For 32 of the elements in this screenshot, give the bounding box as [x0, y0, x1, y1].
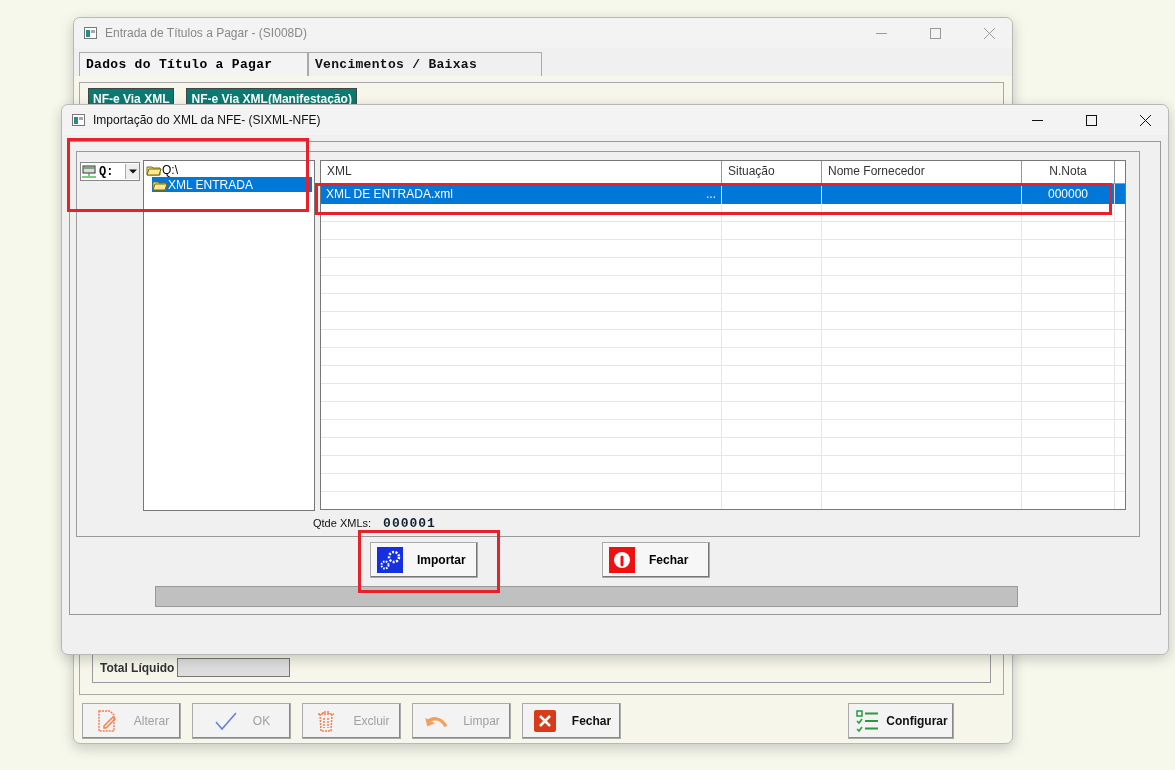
table-row[interactable]: XML DE ENTRADA.xml ... 000000 — [321, 184, 1125, 204]
folder-icon — [152, 178, 168, 191]
computer-icon — [81, 165, 97, 178]
total-field[interactable] — [177, 658, 291, 677]
close-button[interactable]: Fechar — [522, 703, 621, 739]
import-button[interactable]: Importar — [370, 542, 478, 578]
tab[interactable]: Vencimentos / Baixas — [308, 52, 542, 76]
table-cell-text: 000000 — [1046, 187, 1089, 201]
window-title: Entrada de Títulos a Pagar - (SI008D) — [105, 26, 308, 40]
dialog-title: Importação do XML da NFE- (SIXML-NFE) — [93, 113, 322, 127]
close-icon — [983, 27, 995, 39]
checklist-button[interactable]: Configurar — [848, 703, 954, 739]
app-icon — [72, 114, 85, 126]
folder-item[interactable]: Q:\ — [146, 162, 178, 177]
count-value: 000001 — [383, 515, 436, 531]
checklist-icon — [854, 709, 881, 733]
maximize-icon — [929, 27, 941, 39]
field-label: Total Líquido — [100, 660, 175, 675]
close-icon — [531, 709, 558, 733]
folder-item[interactable]: XML ENTRADA — [152, 177, 312, 192]
app-icon — [84, 27, 97, 39]
ellipsis-button[interactable]: ... — [706, 187, 716, 201]
maximize-icon — [1085, 114, 1097, 126]
table-cell-text: XML DE ENTRADA.xml — [326, 187, 454, 201]
close-icon — [1139, 114, 1151, 126]
drive-dropdown[interactable]: Q: — [80, 162, 140, 181]
power-symbol-icon — [609, 547, 635, 573]
close-button[interactable]: Fechar — [602, 542, 710, 578]
gears-icon — [377, 547, 403, 573]
folder-icon — [146, 163, 162, 176]
count-label: Qtde XMLs: — [313, 517, 372, 529]
tab[interactable]: Dados do Título a Pagar — [79, 52, 308, 76]
